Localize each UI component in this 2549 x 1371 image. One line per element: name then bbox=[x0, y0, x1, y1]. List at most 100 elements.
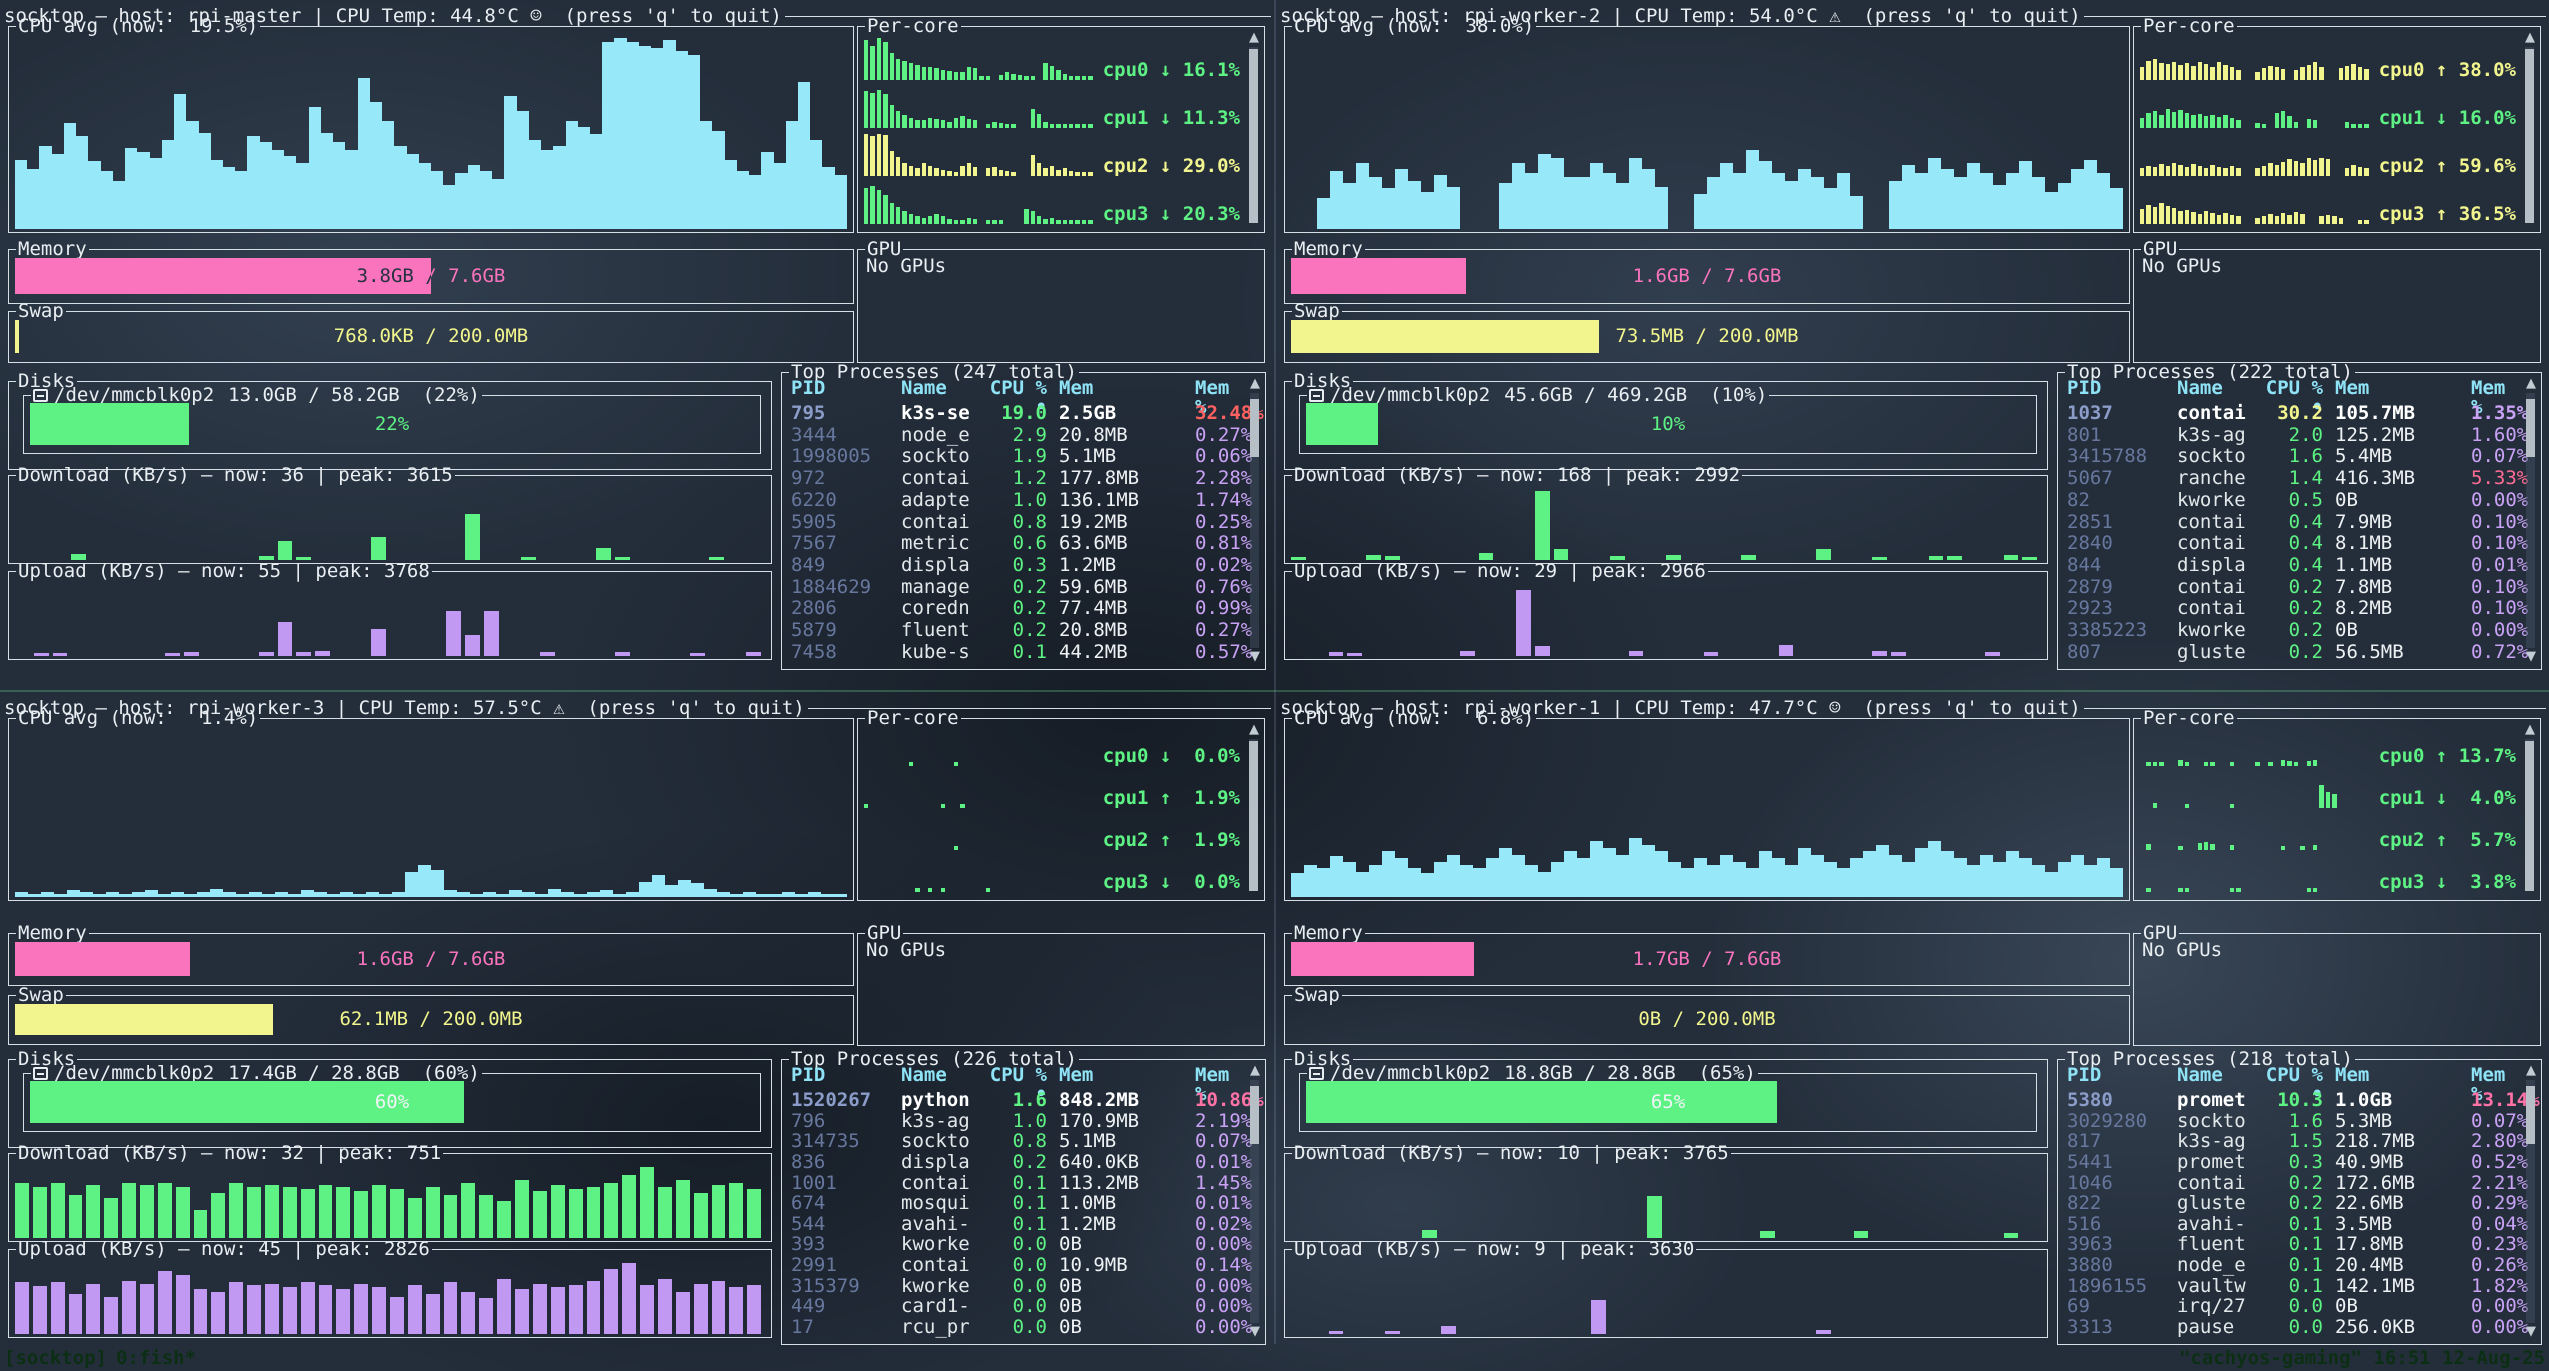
process-row[interactable]: 82kworke0.50B0.00% bbox=[2067, 491, 2517, 510]
process-row[interactable]: 3880node_e0.120.4MB0.26% bbox=[2067, 1256, 2517, 1275]
process-row[interactable]: 3415788sockto1.65.4MB0.07% bbox=[2067, 447, 2517, 466]
process-scrollbar[interactable]: ▲ ▼ bbox=[1248, 377, 1262, 664]
process-row[interactable]: 1520267python1.6848.2MB10.86% bbox=[791, 1091, 1241, 1110]
cpu-avg-label: CPU avg (now: 1.4%) bbox=[16, 709, 260, 728]
process-row[interactable]: 544avahi-0.11.2MB0.02% bbox=[791, 1215, 1241, 1234]
process-row[interactable]: 1046contai0.2172.6MB2.21% bbox=[2067, 1174, 2517, 1193]
chart-bar bbox=[480, 171, 492, 229]
scroll-up-icon[interactable]: ▲ bbox=[1247, 723, 1261, 737]
scrollbar-thumb[interactable] bbox=[1249, 49, 1258, 223]
process-row[interactable]: 1001contai0.1113.2MB1.45% bbox=[791, 1174, 1241, 1193]
per-core-scrollbar[interactable]: ▲ bbox=[2523, 723, 2537, 895]
chart-bar bbox=[877, 190, 881, 224]
process-row[interactable]: 674mosqui0.11.0MB0.01% bbox=[791, 1194, 1241, 1213]
chart-bar bbox=[2300, 846, 2304, 850]
process-row[interactable]: 817k3s-ag1.5218.7MB2.80% bbox=[2067, 1132, 2517, 1151]
chart-bar bbox=[1031, 211, 1035, 224]
process-scrollbar[interactable]: ▲ ▼ bbox=[1248, 1064, 1262, 1339]
scroll-down-icon[interactable]: ▼ bbox=[2524, 1325, 2538, 1339]
scroll-up-icon[interactable]: ▲ bbox=[2523, 31, 2537, 45]
chart-bar bbox=[1291, 873, 1304, 897]
scroll-down-icon[interactable]: ▼ bbox=[2524, 650, 2538, 664]
chart-bar bbox=[2281, 111, 2285, 128]
process-row[interactable]: 516avahi-0.13.5MB0.04% bbox=[2067, 1215, 2517, 1234]
process-row[interactable]: 795k3s-se19.02.5GB32.48% bbox=[791, 404, 1241, 423]
scrollbar-thumb[interactable] bbox=[2526, 399, 2535, 457]
process-row[interactable]: 3313pause0.0256.0KB0.00% bbox=[2067, 1318, 2517, 1337]
tmux-pane-rpi-worker-3[interactable]: socktop — host: rpi-worker-3 | CPU Temp:… bbox=[0, 692, 1274, 1344]
process-row[interactable]: 7567metric0.663.6MB0.81% bbox=[791, 534, 1241, 553]
process-row[interactable]: 314735sockto0.85.1MB0.07% bbox=[791, 1132, 1241, 1151]
process-row[interactable]: 1998005sockto1.95.1MB0.06% bbox=[791, 447, 1241, 466]
process-row[interactable]: 2879contai0.27.8MB0.10% bbox=[2067, 578, 2517, 597]
core-row: cpu0 ↓ 16.1% bbox=[864, 38, 1240, 80]
process-row[interactable]: 972contai1.2177.8MB2.28% bbox=[791, 469, 1241, 488]
process-scrollbar[interactable]: ▲ ▼ bbox=[2524, 1064, 2538, 1339]
process-row[interactable]: 2923contai0.28.2MB0.10% bbox=[2067, 599, 2517, 618]
scroll-up-icon[interactable]: ▲ bbox=[1248, 1064, 1262, 1078]
chart-bar bbox=[1642, 169, 1655, 229]
process-row[interactable]: 3385223kworke0.20B0.00% bbox=[2067, 621, 2517, 640]
scrollbar-thumb[interactable] bbox=[2525, 49, 2534, 223]
process-row[interactable]: 2806coredn0.277.4MB0.99% bbox=[791, 599, 1241, 618]
process-row[interactable]: 17rcu_pr0.00B0.00% bbox=[791, 1318, 1241, 1337]
process-row[interactable]: 1037contai30.2105.7MB1.35% bbox=[2067, 404, 2517, 423]
scroll-up-icon[interactable]: ▲ bbox=[2524, 377, 2538, 391]
process-row[interactable]: 449card1-0.00B0.00% bbox=[791, 1297, 1241, 1316]
tmux-window-item[interactable]: 0:fish* bbox=[116, 1347, 196, 1369]
process-row[interactable]: 1896155vaultw0.1142.1MB1.82% bbox=[2067, 1277, 2517, 1296]
process-row[interactable]: 315379kworke0.00B0.00% bbox=[791, 1277, 1241, 1296]
process-row[interactable]: 393kworke0.00B0.00% bbox=[791, 1235, 1241, 1254]
process-row[interactable]: 3963fluent0.117.8MB0.23% bbox=[2067, 1235, 2517, 1254]
scroll-up-icon[interactable]: ▲ bbox=[2524, 1064, 2538, 1078]
process-row[interactable]: 844displa0.41.1MB0.01% bbox=[2067, 556, 2517, 575]
process-row[interactable]: 5067ranche1.4416.3MB5.33% bbox=[2067, 469, 2517, 488]
chart-bar bbox=[676, 1292, 690, 1334]
chart-bar bbox=[1629, 838, 1642, 897]
process-row[interactable]: 2851contai0.47.9MB0.10% bbox=[2067, 513, 2517, 532]
process-row[interactable]: 801k3s-ag2.0125.2MB1.60% bbox=[2067, 426, 2517, 445]
process-row[interactable]: 2991contai0.010.9MB0.14% bbox=[791, 1256, 1241, 1275]
process-row[interactable]: 7458kube-s0.144.2MB0.57% bbox=[791, 643, 1241, 662]
scrollbar-thumb[interactable] bbox=[1249, 741, 1258, 891]
chart-bar bbox=[2146, 888, 2150, 892]
chart-bar bbox=[890, 203, 894, 224]
scrollbar-thumb[interactable] bbox=[1250, 399, 1259, 457]
process-row[interactable]: 807gluste0.256.5MB0.72% bbox=[2067, 643, 2517, 662]
process-row[interactable]: 5879fluent0.220.8MB0.27% bbox=[791, 621, 1241, 640]
process-row[interactable]: 796k3s-ag1.0170.9MB2.19% bbox=[791, 1112, 1241, 1131]
process-row[interactable]: 822gluste0.222.6MB0.29% bbox=[2067, 1194, 2517, 1213]
scroll-down-icon[interactable]: ▼ bbox=[1248, 650, 1262, 664]
process-row[interactable]: 5380promet10.31.0GB13.14% bbox=[2067, 1091, 2517, 1110]
scroll-up-icon[interactable]: ▲ bbox=[1248, 377, 1262, 391]
tmux-pane-rpi-master[interactable]: socktop — host: rpi-master | CPU Temp: 4… bbox=[0, 0, 1274, 690]
process-scrollbar[interactable]: ▲ ▼ bbox=[2524, 377, 2538, 664]
scrollbar-thumb[interactable] bbox=[2526, 1086, 2535, 1144]
process-row[interactable]: 6220adapte1.0136.1MB1.74% bbox=[791, 491, 1241, 510]
process-row[interactable]: 3444node_e2.920.8MB0.27% bbox=[791, 426, 1241, 445]
process-row[interactable]: 2840contai0.48.1MB0.10% bbox=[2067, 534, 2517, 553]
chart-bar bbox=[1928, 158, 1941, 229]
process-row[interactable]: 5441promet0.340.9MB0.52% bbox=[2067, 1153, 2517, 1172]
chart-bar bbox=[941, 888, 945, 892]
process-row[interactable]: 1884629manage0.259.6MB0.76% bbox=[791, 578, 1241, 597]
scrollbar-thumb[interactable] bbox=[1250, 1086, 1259, 1144]
chart-bar bbox=[321, 133, 333, 230]
scroll-up-icon[interactable]: ▲ bbox=[1247, 31, 1261, 45]
process-row[interactable]: 836displa0.2640.0KB0.01% bbox=[791, 1153, 1241, 1172]
tmux-pane-rpi-worker-2[interactable]: socktop — host: rpi-worker-2 | CPU Temp:… bbox=[1276, 0, 2549, 690]
scrollbar-thumb[interactable] bbox=[2525, 741, 2534, 891]
upload-panel: Upload (KB/s) — now: 9 | peak: 3630 bbox=[1284, 1249, 2048, 1338]
per-core-scrollbar[interactable]: ▲ bbox=[1247, 31, 1261, 227]
process-row[interactable]: 5905contai0.819.2MB0.25% bbox=[791, 513, 1241, 532]
scroll-up-icon[interactable]: ▲ bbox=[2523, 723, 2537, 737]
process-row[interactable]: 3029280sockto1.65.3MB0.07% bbox=[2067, 1112, 2517, 1131]
per-core-scrollbar[interactable]: ▲ bbox=[1247, 723, 1261, 895]
process-row[interactable]: 69irq/270.00B0.00% bbox=[2067, 1297, 2517, 1316]
tmux-pane-rpi-worker-1[interactable]: socktop — host: rpi-worker-1 | CPU Temp:… bbox=[1276, 692, 2549, 1344]
chart-bar bbox=[709, 557, 724, 560]
scroll-down-icon[interactable]: ▼ bbox=[1248, 1325, 1262, 1339]
per-core-scrollbar[interactable]: ▲ bbox=[2523, 31, 2537, 227]
process-row[interactable]: 849displa0.31.2MB0.02% bbox=[791, 556, 1241, 575]
pane-divider-vertical[interactable] bbox=[1274, 0, 1276, 1344]
